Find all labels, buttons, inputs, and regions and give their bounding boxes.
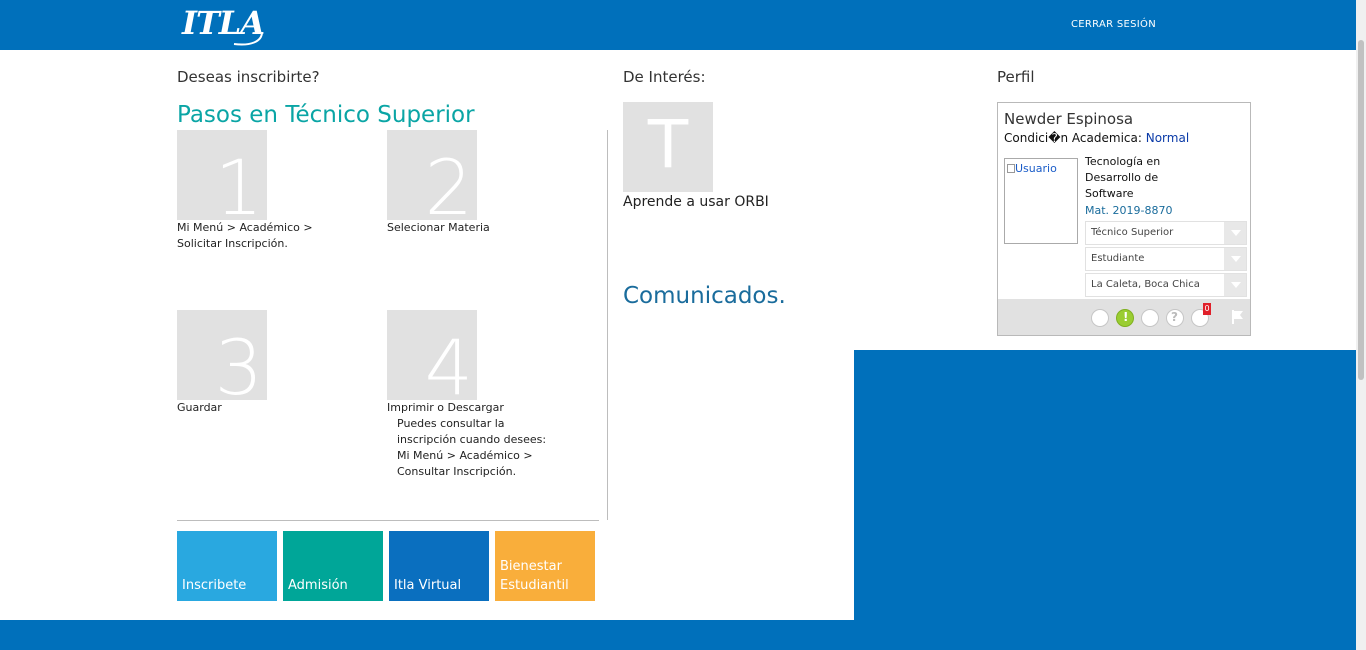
step-4-note-line: Consultar Inscripción.: [397, 465, 517, 478]
role-select-value: Estudiante: [1091, 253, 1145, 264]
notification-badge: 0: [1203, 303, 1211, 315]
step-4-text: Imprimir o Descargar Puedes consultar la…: [387, 400, 546, 480]
step-4-note-line: Mi Menú > Académico >: [397, 449, 533, 462]
interest-heading: De Interés:: [623, 68, 706, 86]
avatar: Usuario: [1004, 158, 1078, 244]
step-1-line2: Solicitar Inscripción.: [177, 237, 288, 250]
campus-select[interactable]: La Caleta, Boca Chica: [1085, 273, 1247, 297]
top-bar: ITLA CERRAR SESIÓN: [0, 0, 1356, 50]
tile-label: Itla Virtual: [394, 578, 462, 593]
orbi-tutorial-tile[interactable]: T: [623, 102, 713, 192]
step-4-box: 4: [387, 310, 477, 406]
tile-bienestar-estudiantil[interactable]: Bienestar Estudiantil: [495, 531, 595, 601]
chevron-down-icon[interactable]: [1224, 274, 1246, 296]
academic-condition: Condici�n Academica: Normal: [1004, 131, 1189, 145]
horizontal-divider: [177, 520, 599, 521]
chevron-down-icon[interactable]: [1224, 248, 1246, 270]
student-name: Newder Espinosa: [1004, 110, 1134, 128]
step-number: 3: [214, 323, 263, 412]
tile-label: Bienestar Estudiantil: [500, 557, 569, 595]
career-name: Tecnología en Desarrollo de Software: [1085, 154, 1195, 202]
steps-title: Pasos en Técnico Superior: [177, 102, 475, 128]
tile-label: Admisión: [288, 578, 348, 593]
tile-label: Inscribete: [182, 578, 247, 593]
avatar-alt-label: Usuario: [1015, 162, 1057, 175]
orbi-tutorial-link[interactable]: Aprende a usar ORBI: [623, 194, 769, 210]
settings-icon[interactable]: [1091, 309, 1109, 327]
step-4-note: Puedes consultar la inscripción cuando d…: [387, 416, 546, 480]
tile-label-line2: Estudiantil: [500, 578, 569, 593]
step-1-box: 1: [177, 130, 267, 226]
step-number: 2: [424, 143, 473, 232]
logo-swoosh-icon: [233, 31, 263, 46]
career-line: Tecnología en: [1085, 155, 1161, 168]
step-3-text: Guardar: [177, 401, 222, 414]
step-4-note-line: inscripción cuando desees:: [397, 433, 547, 446]
step-number: 4: [424, 323, 473, 412]
step-3-box: 3: [177, 310, 267, 406]
step-number: 1: [214, 143, 263, 232]
broken-image-icon: [1007, 164, 1015, 173]
flag-icon[interactable]: [1230, 309, 1246, 325]
steps-title-prefix: Pasos en: [177, 102, 279, 128]
step-2-box: 2: [387, 130, 477, 226]
profile-heading: Perfil: [997, 68, 1035, 86]
academic-condition-label: Condici�n Academica:: [1004, 131, 1142, 145]
step-1-text: Mi Menú > Académico > Solicitar Inscripc…: [177, 220, 313, 252]
career-line: Software: [1085, 187, 1134, 200]
step-2-text: Selecionar Materia: [387, 221, 490, 234]
tile-label-line1: Bienestar: [500, 559, 562, 574]
alert-icon[interactable]: [1116, 309, 1134, 327]
vertical-divider: [607, 130, 608, 520]
announcements-title: Comunicados.: [623, 283, 786, 309]
tile-admision[interactable]: Admisión: [283, 531, 383, 601]
chat-icon[interactable]: [1141, 309, 1159, 327]
step-1-line1: Mi Menú > Académico >: [177, 221, 313, 234]
campus-select-value: La Caleta, Boca Chica: [1091, 279, 1200, 290]
orbi-tile-letter: T: [647, 106, 689, 183]
tile-itla-virtual[interactable]: Itla Virtual: [389, 531, 489, 601]
step-4-line1: Imprimir o Descargar: [387, 401, 504, 414]
level-select-value: Técnico Superior: [1091, 227, 1174, 238]
student-id: Mat. 2019-8870: [1085, 204, 1173, 217]
academic-condition-value: Normal: [1145, 131, 1190, 145]
enroll-heading: Deseas inscribirte?: [177, 68, 320, 86]
steps-title-program: Técnico Superior: [285, 102, 475, 128]
help-icon[interactable]: [1166, 309, 1184, 327]
tile-inscribete[interactable]: Inscribete: [177, 531, 277, 601]
logout-link[interactable]: CERRAR SESIÓN: [1071, 19, 1156, 30]
scrollbar-thumb[interactable]: [1358, 40, 1364, 380]
profile-toolbar: 0: [998, 299, 1250, 335]
career-line: Desarrollo de: [1085, 171, 1159, 184]
avatar-alt-text: Usuario: [1007, 162, 1057, 175]
profile-card: Newder Espinosa Condici�n Academica: Nor…: [997, 102, 1251, 336]
role-select[interactable]: Estudiante: [1085, 247, 1247, 271]
step-4-note-line: Puedes consultar la: [397, 417, 505, 430]
level-select[interactable]: Técnico Superior: [1085, 221, 1247, 245]
chevron-down-icon[interactable]: [1224, 222, 1246, 244]
